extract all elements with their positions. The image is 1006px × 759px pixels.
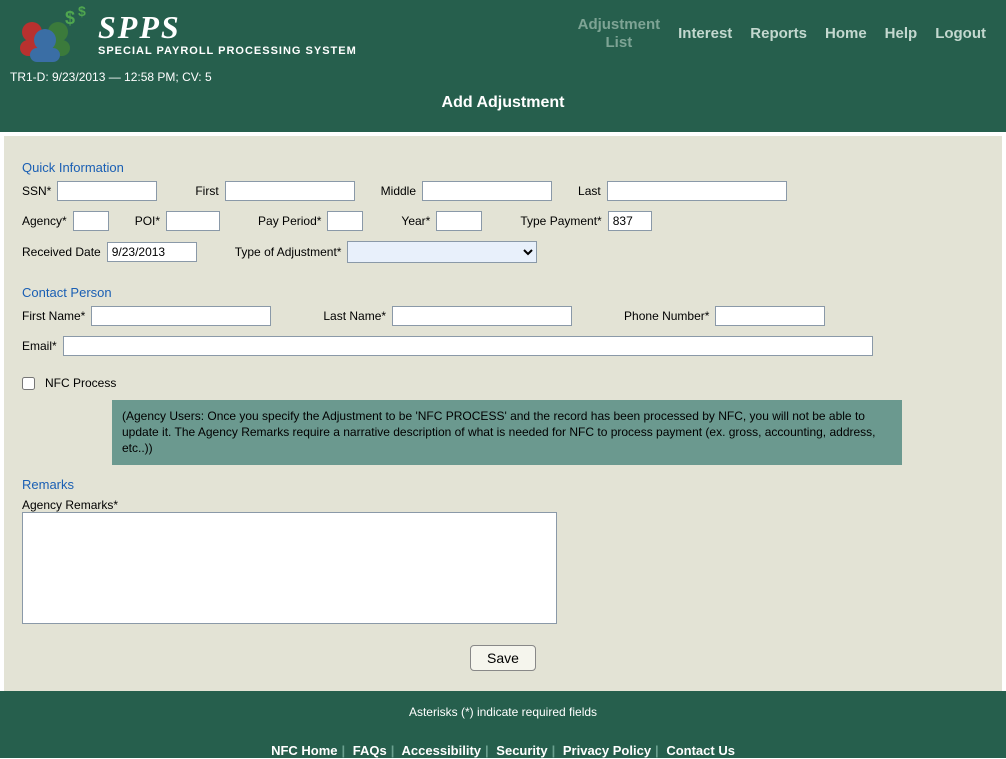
poi-label: POI* bbox=[135, 214, 160, 228]
footer-faqs[interactable]: FAQs bbox=[353, 743, 387, 758]
agency-remarks-textarea[interactable] bbox=[22, 512, 557, 624]
footer-security[interactable]: Security bbox=[496, 743, 547, 758]
agency-input[interactable] bbox=[73, 211, 109, 231]
app-header: $ $ SPPS SPECIAL PAYROLL PROCESSING SYST… bbox=[0, 0, 1006, 132]
section-contact-person: Contact Person bbox=[22, 285, 984, 300]
received-date-input[interactable] bbox=[107, 242, 197, 262]
email-input[interactable] bbox=[63, 336, 873, 356]
year-input[interactable] bbox=[436, 211, 482, 231]
nav-adjustment-list-l1: Adjustment bbox=[578, 16, 661, 34]
nav-logout[interactable]: Logout bbox=[935, 25, 986, 43]
phone-number-input[interactable] bbox=[715, 306, 825, 326]
svg-text:$: $ bbox=[65, 8, 75, 28]
footer-accessibility[interactable]: Accessibility bbox=[402, 743, 482, 758]
email-label: Email* bbox=[22, 339, 57, 353]
footer-links: NFC Home| FAQs| Accessibility| Security|… bbox=[0, 743, 1006, 758]
section-quick-info: Quick Information bbox=[22, 160, 984, 175]
nfc-process-checkbox[interactable] bbox=[22, 377, 35, 390]
nfc-process-label: NFC Process bbox=[45, 376, 116, 390]
type-adjustment-label: Type of Adjustment* bbox=[235, 245, 342, 259]
nav-help[interactable]: Help bbox=[885, 25, 918, 43]
agency-remarks-label: Agency Remarks* bbox=[22, 498, 118, 512]
status-line: TR1-D: 9/23/2013 — 12:58 PM; CV: 5 bbox=[10, 62, 996, 86]
last-name-input[interactable] bbox=[392, 306, 572, 326]
poi-input[interactable] bbox=[166, 211, 220, 231]
svg-text:$: $ bbox=[78, 6, 86, 19]
type-adjustment-select[interactable] bbox=[347, 241, 537, 263]
first-name-input[interactable] bbox=[91, 306, 271, 326]
nav-home[interactable]: Home bbox=[825, 25, 867, 43]
logo-area: $ $ SPPS SPECIAL PAYROLL PROCESSING SYST… bbox=[10, 6, 357, 62]
required-fields-note: Asterisks (*) indicate required fields bbox=[0, 705, 1006, 719]
first-name-label: First Name* bbox=[22, 309, 85, 323]
last-label: Last bbox=[578, 184, 601, 198]
first-label: First bbox=[195, 184, 218, 198]
type-payment-input[interactable] bbox=[608, 211, 652, 231]
footer-privacy[interactable]: Privacy Policy bbox=[563, 743, 651, 758]
middle-input[interactable] bbox=[422, 181, 552, 201]
top-nav: Adjustment List Interest Reports Home He… bbox=[578, 16, 996, 52]
first-input[interactable] bbox=[225, 181, 355, 201]
logo-title: SPPS bbox=[98, 11, 357, 43]
middle-label: Middle bbox=[381, 184, 416, 198]
nav-interest[interactable]: Interest bbox=[678, 25, 732, 43]
last-name-label: Last Name* bbox=[323, 309, 386, 323]
logo-subtitle: SPECIAL PAYROLL PROCESSING SYSTEM bbox=[98, 45, 357, 57]
section-remarks: Remarks bbox=[22, 477, 984, 492]
nav-adjustment-list-l2: List bbox=[578, 34, 661, 52]
nav-reports[interactable]: Reports bbox=[750, 25, 807, 43]
ssn-input[interactable] bbox=[57, 181, 157, 201]
save-button[interactable]: Save bbox=[470, 645, 536, 671]
page-title: Add Adjustment bbox=[10, 86, 996, 126]
last-input[interactable] bbox=[607, 181, 787, 201]
agency-label: Agency* bbox=[22, 214, 67, 228]
pay-period-label: Pay Period* bbox=[258, 214, 321, 228]
nfc-process-note: (Agency Users: Once you specify the Adju… bbox=[112, 400, 902, 465]
phone-number-label: Phone Number* bbox=[624, 309, 709, 323]
year-label: Year* bbox=[401, 214, 430, 228]
received-date-label: Received Date bbox=[22, 245, 101, 259]
ssn-label: SSN* bbox=[22, 184, 51, 198]
people-money-icon: $ $ bbox=[10, 6, 90, 62]
type-payment-label: Type Payment* bbox=[520, 214, 601, 228]
footer: Asterisks (*) indicate required fields N… bbox=[0, 691, 1006, 758]
pay-period-input[interactable] bbox=[327, 211, 363, 231]
footer-nfc-home[interactable]: NFC Home bbox=[271, 743, 337, 758]
nav-adjustment-list[interactable]: Adjustment List bbox=[578, 16, 661, 52]
form-content: Quick Information SSN* First Middle Last… bbox=[4, 136, 1002, 691]
footer-contact[interactable]: Contact Us bbox=[666, 743, 735, 758]
